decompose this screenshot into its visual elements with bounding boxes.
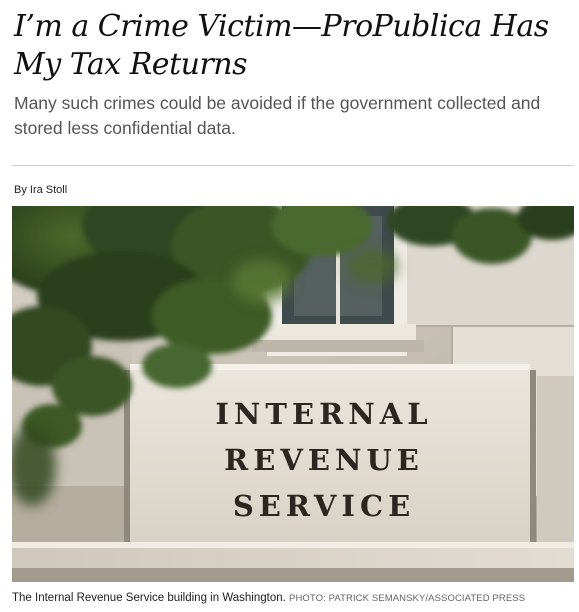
article: I’m a Crime Victim—ProPublica Has My Tax… xyxy=(0,0,579,612)
caption-text: The Internal Revenue Service building in… xyxy=(12,592,286,604)
sign-line-1: INTERNAL xyxy=(215,397,432,431)
photo-credit: PHOTO: PATRICK SEMANSKY/ASSOCIATED PRESS xyxy=(289,593,526,604)
byline[interactable]: By Ira Stoll xyxy=(14,183,67,197)
divider xyxy=(12,165,574,166)
article-dek: Many such crimes could be avoided if the… xyxy=(14,93,541,138)
article-photo: INTERNAL REVENUE SERVICE xyxy=(12,206,574,582)
sign-line-3: SERVICE xyxy=(233,489,415,523)
photo-caption: The Internal Revenue Service building in… xyxy=(12,591,578,606)
headline: I’m a Crime Victim—ProPublica Has My Tax… xyxy=(14,9,549,82)
sign-line-2: REVENUE xyxy=(224,443,424,477)
